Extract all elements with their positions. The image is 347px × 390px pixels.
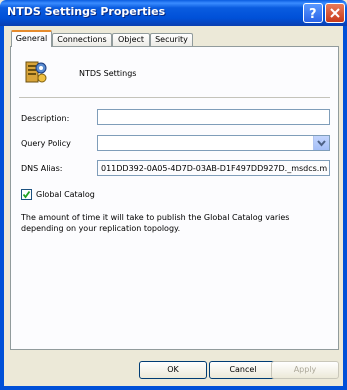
close-button[interactable] — [325, 3, 345, 23]
general-panel: NTDS Settings Description: Query Policy … — [10, 46, 339, 350]
help-button[interactable]: ? — [303, 3, 323, 23]
ok-button[interactable]: OK — [139, 361, 207, 379]
ntds-settings-icon — [25, 61, 47, 83]
divider — [19, 97, 330, 98]
tab-general[interactable]: General — [11, 30, 52, 47]
dropdown-button[interactable] — [313, 136, 329, 150]
tab-object[interactable]: Object — [112, 33, 150, 46]
description-input[interactable] — [97, 109, 330, 125]
tab-connections[interactable]: Connections — [52, 33, 112, 46]
description-label: Description: — [21, 114, 70, 123]
svg-text:?: ? — [309, 7, 317, 22]
object-name: NTDS Settings — [79, 69, 137, 78]
global-catalog-checkbox[interactable] — [21, 189, 32, 200]
checkmark-icon — [22, 190, 31, 199]
window-frame-left — [0, 26, 4, 390]
dns-alias-value: 011DD392-0A05-4D7D-03AB-D1F497DD927D._ms… — [101, 164, 328, 173]
query-policy-select[interactable] — [97, 135, 330, 151]
apply-button[interactable]: Apply — [271, 361, 339, 379]
dns-alias-field[interactable]: 011DD392-0A05-4D7D-03AB-D1F497DD927D._ms… — [97, 160, 330, 176]
chevron-down-icon — [317, 140, 326, 147]
cancel-button[interactable]: Cancel — [209, 361, 277, 379]
help-icon: ? — [309, 7, 317, 22]
window-frame-right — [343, 26, 347, 390]
close-icon — [330, 8, 340, 18]
window-title: NTDS Settings Properties — [7, 5, 166, 18]
query-policy-label: Query Policy — [21, 139, 71, 148]
title-bar: NTDS Settings Properties ? — [0, 0, 347, 26]
dns-alias-label: DNS Alias: — [21, 164, 63, 173]
info-text: The amount of time it will take to publi… — [21, 213, 290, 233]
tab-security[interactable]: Security — [150, 33, 193, 46]
window-frame-bottom — [0, 386, 347, 390]
global-catalog-label: Global Catalog — [36, 190, 95, 199]
